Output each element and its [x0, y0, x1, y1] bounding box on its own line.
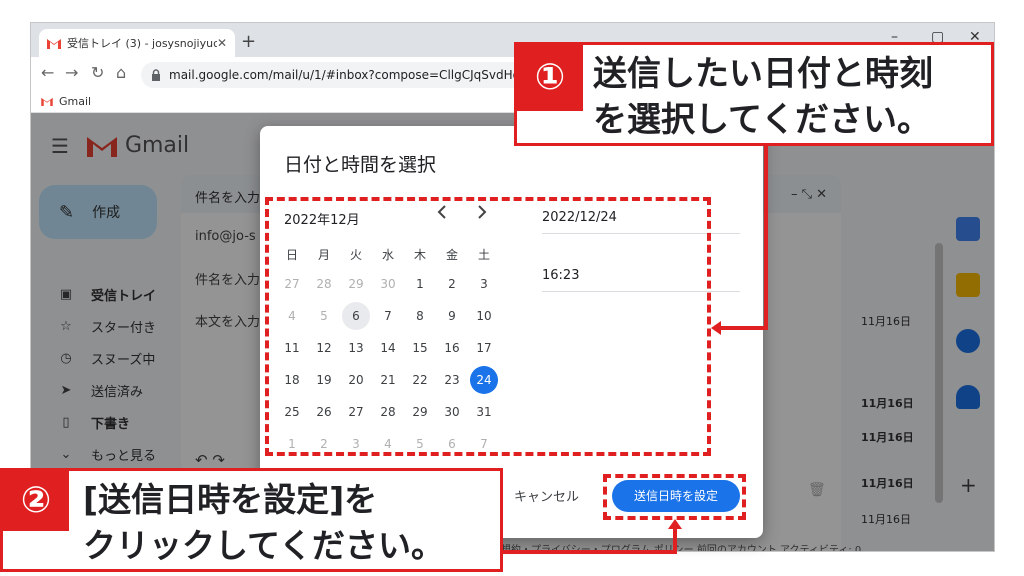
connector-line-2h [502, 550, 677, 554]
reload-icon[interactable]: ↻ [91, 63, 104, 82]
step-1-line-2: を選択してください。 [593, 100, 931, 140]
connector-line-1v [764, 144, 768, 330]
back-arrow-icon[interactable]: ← [41, 63, 54, 82]
callout-step-2: ② [送信日時を設定]を クリックしてください。 [0, 468, 503, 572]
trash-icon[interactable]: 🗑 [808, 482, 826, 498]
tab-close-icon[interactable]: ✕ [217, 36, 227, 50]
step-1-line-1: 送信したい日付と時刻 [593, 54, 933, 94]
calendar-highlight-box [265, 197, 711, 456]
tab-inbox[interactable]: 受信トレイ (3) - josysnojiyuchou@ ✕ [39, 29, 235, 57]
tab-title: 受信トレイ (3) - josysnojiyuchou@ [67, 37, 217, 50]
button-highlight-box [603, 474, 746, 520]
forward-arrow-icon[interactable]: → [65, 63, 78, 82]
connector-line-1h [720, 326, 768, 330]
step-2-line-1: [送信日時を設定]を [83, 480, 378, 519]
cancel-button[interactable]: キャンセル [514, 486, 579, 505]
arrow-left-icon [711, 321, 721, 335]
address-bar[interactable]: mail.google.com/mail/u/1/#inbox?compose=… [141, 62, 571, 88]
arrow-up-icon [668, 519, 682, 529]
gmail-favicon-icon [47, 38, 61, 49]
bookmark-gmail[interactable]: Gmail [59, 95, 91, 108]
new-tab-button[interactable]: + [241, 31, 256, 52]
lock-icon [152, 69, 160, 81]
step-1-text: 送信したい日付と時刻 を選択してください。 [593, 51, 933, 143]
step-2-line-2: クリックしてください。 [83, 526, 445, 565]
dialog-title: 日付と時間を選択 [284, 154, 437, 176]
callout-step-1: ① 送信したい日付と時刻 を選択してください。 [514, 42, 994, 146]
url-text: mail.google.com/mail/u/1/#inbox?compose=… [169, 68, 571, 82]
screenshot-root: 受信トレイ (3) - josysnojiyuchou@ ✕ + – ▢ ✕ ←… [0, 0, 1024, 576]
home-icon[interactable]: ⌂ [116, 63, 126, 82]
step-2-text: [送信日時を設定]を クリックしてください。 [83, 477, 444, 569]
step-2-badge: ② [3, 471, 69, 531]
step-1-badge: ① [517, 45, 583, 111]
gmail-bookmark-icon [41, 97, 53, 106]
